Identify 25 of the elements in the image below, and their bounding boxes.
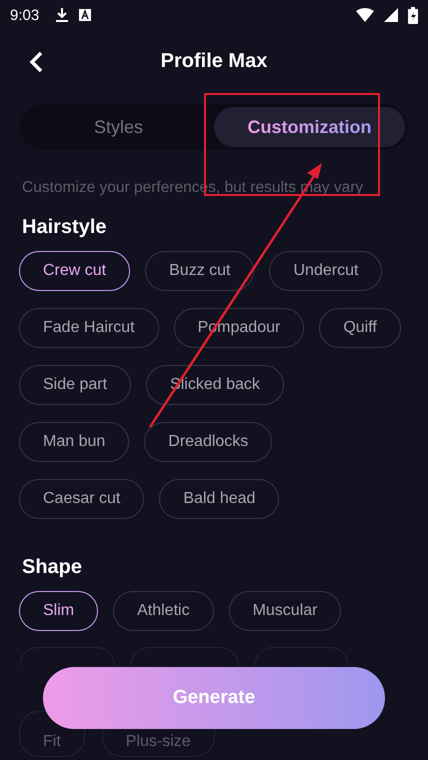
- option-chip[interactable]: Quiff: [319, 308, 401, 348]
- option-chip[interactable]: Fade Haircut: [19, 308, 159, 348]
- keyboard-icon: [79, 9, 92, 21]
- option-chip[interactable]: Crew cut: [19, 251, 130, 291]
- section-title: Hairstyle: [22, 216, 108, 239]
- option-chip[interactable]: Man bun: [19, 422, 130, 462]
- option-chip[interactable]: Caesar cut: [19, 479, 144, 519]
- battery-icon: [408, 6, 418, 24]
- option-chip[interactable]: Buzz cut: [145, 251, 254, 291]
- option-chip[interactable]: Bald head: [159, 479, 280, 519]
- option-chip[interactable]: Side part: [19, 365, 132, 405]
- download-icon: [55, 7, 70, 23]
- back-icon[interactable]: [29, 51, 43, 73]
- option-chip[interactable]: Athletic: [113, 591, 214, 631]
- option-chip[interactable]: Dreadlocks: [144, 422, 272, 462]
- section-title: Shape: [22, 556, 84, 579]
- tab[interactable]: Styles: [23, 107, 214, 147]
- option-chip[interactable]: Undercut: [269, 251, 382, 291]
- wifi-icon: [356, 8, 374, 22]
- option-chip[interactable]: Muscular: [228, 591, 342, 631]
- status-time: 9:03: [10, 6, 40, 24]
- tab[interactable]: Customization: [214, 107, 405, 147]
- signal-icon: [384, 8, 398, 22]
- option-chip[interactable]: Slim: [19, 591, 98, 631]
- screen-title: Profile Max: [160, 50, 268, 72]
